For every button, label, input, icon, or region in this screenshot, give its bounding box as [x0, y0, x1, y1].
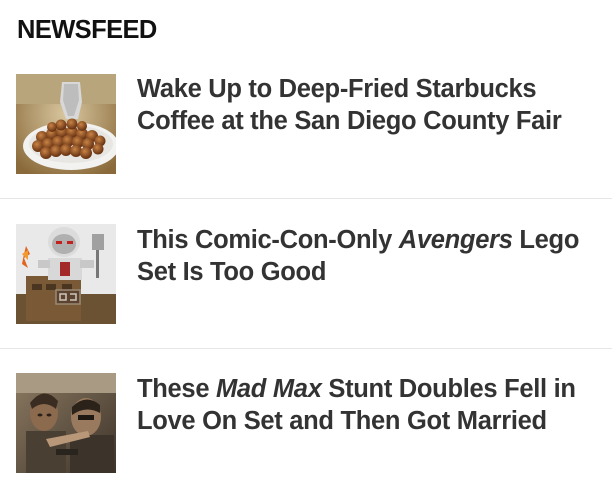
- mad-max-photo-icon: [16, 373, 116, 473]
- deep-fried-coffee-photo-icon: [16, 74, 116, 174]
- headline-text-em[interactable]: Mad Max: [216, 375, 322, 403]
- headline-text-pre[interactable]: These: [137, 375, 216, 403]
- article-headline[interactable]: These Mad Max Stunt Doubles Fell in Love…: [137, 373, 597, 437]
- article-headline[interactable]: This Comic-Con-Only Avengers Lego Set Is…: [137, 224, 597, 288]
- article-thumbnail[interactable]: [16, 373, 116, 473]
- article-thumbnail[interactable]: [16, 74, 116, 174]
- headline-text-em[interactable]: Avengers: [399, 226, 513, 254]
- divider: [0, 348, 612, 349]
- newsfeed-list: Wake Up to Deep-Fried Starbucks Coffee a…: [0, 0, 612, 492]
- lego-robot-photo-icon: [16, 224, 116, 324]
- divider: [0, 198, 612, 199]
- headline-text-pre[interactable]: This Comic-Con-Only: [137, 226, 399, 254]
- article-thumbnail[interactable]: [16, 224, 116, 324]
- headline-text[interactable]: Wake Up to Deep-Fried Starbucks Coffee a…: [137, 75, 562, 135]
- article-headline[interactable]: Wake Up to Deep-Fried Starbucks Coffee a…: [137, 73, 597, 137]
